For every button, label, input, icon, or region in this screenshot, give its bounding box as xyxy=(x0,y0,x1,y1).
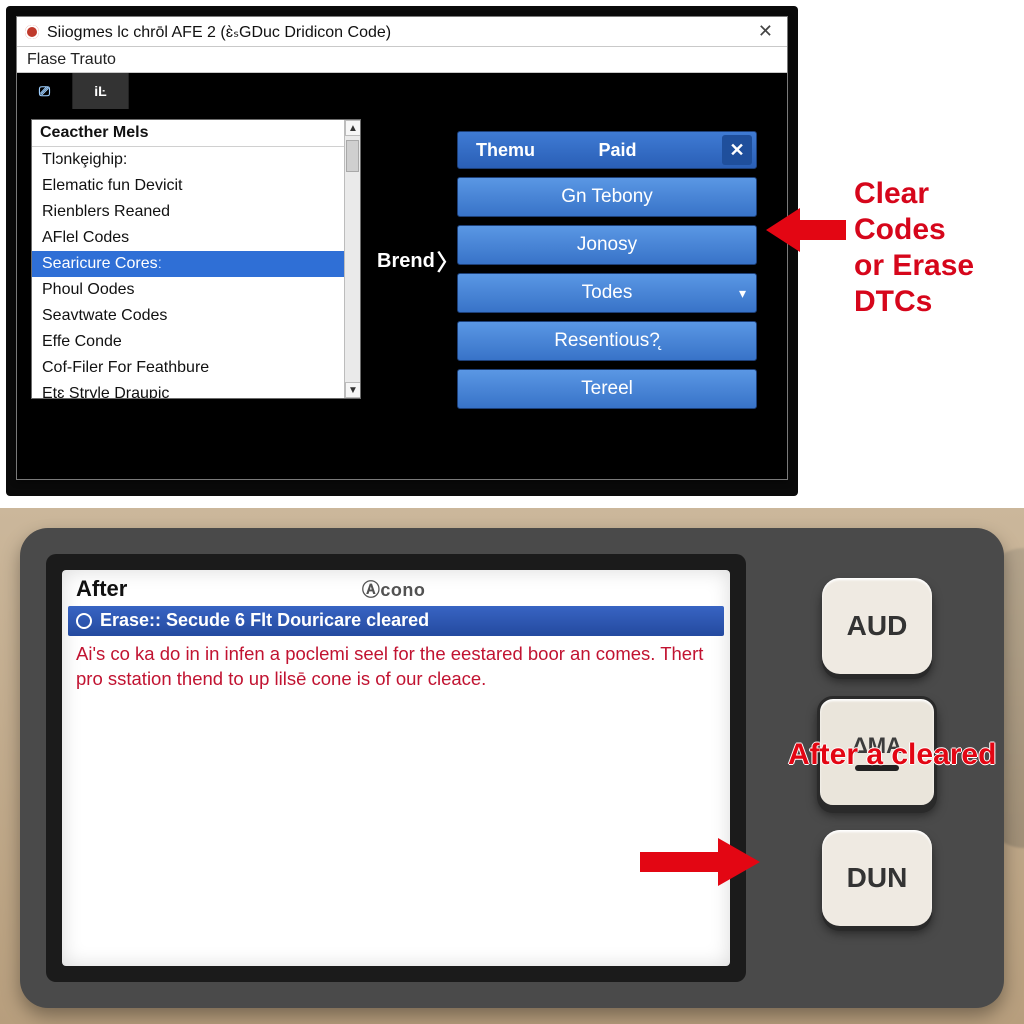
list-item-selected[interactable]: Searicure Coresː xyxy=(32,251,360,277)
scanner-screen: After Ⓐcono Erase:: Secude 6 Flt Dourica… xyxy=(62,570,730,966)
list-item[interactable]: AFlel Codes xyxy=(32,225,360,251)
annotation-arrow-right-icon xyxy=(640,838,760,886)
submenu-header-left: Themu xyxy=(458,140,553,161)
submenu-item[interactable]: Resentious?̨ xyxy=(457,321,757,361)
function-listbox[interactable]: Ceacther Mels Tlɔnkȩighip: Elematic fun … xyxy=(31,119,361,399)
submenu-item[interactable]: Gn Tebony xyxy=(457,177,757,217)
status-text: Erase:: Secude 6 Flt Douricare cleared xyxy=(100,610,429,631)
scanner-bezel: After Ⓐcono Erase:: Secude 6 Flt Dourica… xyxy=(46,554,746,982)
annotation-arrow-left-icon xyxy=(766,208,846,252)
submenu: Themu Paid ✕ Gn Tebony Jonosy Todes ▾ Re… xyxy=(457,131,757,409)
list-item[interactable]: Etɛ Stryle Draupic xyxy=(32,381,360,399)
submenu-close-icon[interactable]: ✕ xyxy=(722,135,752,165)
close-icon[interactable]: ✕ xyxy=(752,21,779,42)
submenu-header: Themu Paid ✕ xyxy=(457,131,757,169)
toolbar: ⎚ iĿ xyxy=(17,73,787,109)
list-item[interactable]: Seavtwate Codes xyxy=(32,303,360,329)
submenu-item[interactable]: Tereel xyxy=(457,369,757,409)
after-label: After xyxy=(76,576,127,602)
list-item[interactable]: Phoul Oodes xyxy=(32,277,360,303)
listbox-items: Tlɔnkȩighip: Elematic fun Devicit Rienbl… xyxy=(32,147,360,399)
menubar[interactable]: Flase Trauto xyxy=(17,47,787,73)
chevron-down-icon: ▾ xyxy=(739,285,746,302)
hw-button-aud[interactable]: AUD xyxy=(822,578,932,674)
app-window: Siiogmes lc chrōl AFE 2 (ɛ̀ₛGDuc Dridico… xyxy=(16,16,788,480)
monitor-frame: Siiogmes lc chrōl AFE 2 (ɛ̀ₛGDuc Dridico… xyxy=(6,6,798,496)
bottom-photo: After Ⓐcono Erase:: Secude 6 Flt Dourica… xyxy=(0,508,1024,1024)
list-item[interactable]: Cof-Filer For Feathbure xyxy=(32,355,360,381)
toolbar-btn-2[interactable]: iĿ xyxy=(73,73,129,109)
scanner-device: After Ⓐcono Erase:: Secude 6 Flt Dourica… xyxy=(20,528,1004,1008)
status-ring-icon xyxy=(76,613,92,629)
toolbar-btn-1[interactable]: ⎚ xyxy=(17,73,73,109)
listbox-header: Ceacther Mels xyxy=(32,120,360,147)
annotation-text-top: Clear Codes or Erase DTCs xyxy=(854,176,1020,320)
list-item[interactable]: Effe Conde xyxy=(32,329,360,355)
brand-label: Ⓐcono xyxy=(362,576,426,602)
screen-header: After Ⓐcono xyxy=(62,570,730,604)
screen-body-text: Ai's co ka do in in infen a poclemi seel… xyxy=(62,636,730,702)
submenu-item[interactable]: Todes ▾ xyxy=(457,273,757,313)
top-screenshot: Siiogmes lc chrōl AFE 2 (ɛ̀ₛGDuc Dridico… xyxy=(0,0,1024,502)
scroll-up-icon[interactable]: ▲ xyxy=(345,120,361,136)
list-item[interactable]: Elematic fun Devicit xyxy=(32,173,360,199)
titlebar: Siiogmes lc chrōl AFE 2 (ɛ̀ₛGDuc Dridico… xyxy=(17,17,787,47)
menubar-text[interactable]: Flase Trauto xyxy=(27,51,116,68)
window-title: Siiogmes lc chrōl AFE 2 (ɛ̀ₛGDuc Dridico… xyxy=(47,22,752,42)
status-bar: Erase:: Secude 6 Flt Douricare cleared xyxy=(68,606,724,636)
listbox-scrollbar[interactable]: ▲ ▼ xyxy=(344,120,360,398)
client-area: Ceacther Mels Tlɔnkȩighip: Elematic fun … xyxy=(17,109,787,479)
hw-button-dun[interactable]: DUN xyxy=(822,830,932,926)
list-item[interactable]: Tlɔnkȩighip: xyxy=(32,147,360,173)
app-icon xyxy=(25,25,39,39)
list-item[interactable]: Rienblers Reaned xyxy=(32,199,360,225)
submenu-header-mid: Paid xyxy=(553,140,722,161)
chevron-right-icon: 〉 xyxy=(437,245,459,277)
scroll-down-icon[interactable]: ▼ xyxy=(345,382,361,398)
submenu-item[interactable]: Jonosy xyxy=(457,225,757,265)
brend-label: Brend 〉 xyxy=(377,245,459,277)
scroll-thumb[interactable] xyxy=(346,140,359,172)
annotation-text-bottom: After a cleared xyxy=(788,738,996,772)
